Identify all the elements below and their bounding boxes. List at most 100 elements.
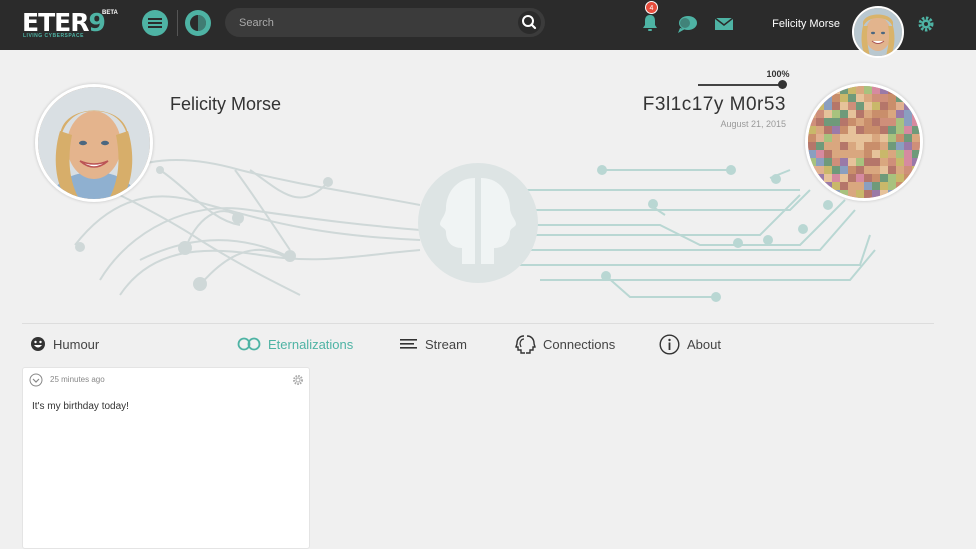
chevron-down-icon[interactable] [29,373,43,387]
pixel-tile [848,94,856,102]
pixel-tile [824,102,832,110]
pixel-tile [872,86,880,94]
eternalized-name: F3l1c17y M0r53 [642,94,786,115]
pixel-tile [848,126,856,134]
pixel-tile [864,134,872,142]
pixel-tile [872,166,880,174]
menu-button[interactable] [142,10,168,36]
current-username[interactable]: Felicity Morse [740,18,840,30]
pixel-tile [848,102,856,110]
pixel-tile [832,118,840,126]
pixel-tile [840,102,848,110]
pixel-tile [824,174,832,182]
menu-icon [148,18,162,20]
smiley-icon [31,337,45,351]
eternalized-avatar[interactable] [805,83,923,201]
search-input[interactable] [239,14,509,31]
pixel-tile [880,94,888,102]
pixel-tile [872,126,880,134]
tab-about[interactable]: About [659,332,721,356]
pixel-tile [904,134,912,142]
pixel-tile [832,174,840,182]
pixel-tile [864,86,872,94]
tab-label: Stream [425,336,467,352]
pixel-tile [904,150,912,158]
pixel-tile [872,118,880,126]
pixel-tile [856,142,864,150]
pixel-tile [840,134,848,142]
pixel-tile [888,150,896,158]
pixel-tile [840,94,848,102]
post-timestamp: 25 minutes ago [50,375,105,384]
pixel-tile [856,190,864,198]
pixel-tile [864,118,872,126]
pixel-tile [904,110,912,118]
mail-icon[interactable] [714,17,734,31]
pixel-tile [880,102,888,110]
pixel-tile [880,86,888,94]
pixel-tile [896,174,904,182]
search-button[interactable] [518,11,541,34]
pixel-tile [856,94,864,102]
pixel-tile [816,126,824,134]
pixel-tile [888,110,896,118]
chat-icon[interactable] [676,14,698,34]
pixel-tile [856,134,864,142]
stream-lines-icon [400,339,417,349]
pixel-tile [864,94,872,102]
user-avatar-photo [854,8,902,56]
gear-icon[interactable] [292,374,304,386]
pixel-tile [888,134,896,142]
face-profile-button[interactable] [185,10,211,36]
profile-photo[interactable] [35,84,153,202]
notification-badge: 4 [645,1,658,14]
pixel-tile [912,142,920,150]
pixel-tile [832,182,840,190]
pixel-tile [816,142,824,150]
pixel-tile [872,110,880,118]
pixel-tile [824,110,832,118]
pixel-tile [848,158,856,166]
logo-tagline: LIVING CYBERSPACE [23,33,84,39]
pixel-tile [880,158,888,166]
bell-icon[interactable] [640,13,660,33]
pixel-tile [880,126,888,134]
pixel-tile [896,166,904,174]
pixel-tile [872,142,880,150]
pixel-tile [840,158,848,166]
pixel-tile [832,94,840,102]
etera-logo[interactable]: ETER9 BETA LIVING CYBERSPACE [22,8,122,40]
pixel-tile [832,102,840,110]
face-profile-icon [190,15,206,31]
tab-eternalizations[interactable]: Eternalizations [237,332,353,356]
pixel-tile [840,190,848,198]
post-text: It's my birthday today! [32,401,129,412]
pixel-tile [888,182,896,190]
tab-connections[interactable]: Connections [515,332,615,356]
pixel-tile [896,102,904,110]
tab-stream[interactable]: Stream [400,332,467,356]
pixel-tile [880,174,888,182]
pixel-tile [896,150,904,158]
pixel-tile [808,126,816,134]
tab-label: Humour [53,336,100,352]
pixel-tile [808,118,816,126]
pixel-tile [840,118,848,126]
pixel-tile [904,166,912,174]
pixel-tile [880,150,888,158]
pixel-tile [848,142,856,150]
pixel-tile [848,190,856,198]
pixel-tile [856,118,864,126]
pixel-tile [840,166,848,174]
pixel-tile [872,102,880,110]
pixel-tile [904,118,912,126]
pixel-tile [808,142,816,150]
tab-humour[interactable]: Humour [30,332,99,356]
pixel-tile [880,182,888,190]
pixel-tile [816,118,824,126]
progress-handle [778,80,787,89]
pixel-tile [864,174,872,182]
gear-icon[interactable] [917,15,935,33]
tab-label: About [687,336,721,352]
pixel-tile [888,126,896,134]
